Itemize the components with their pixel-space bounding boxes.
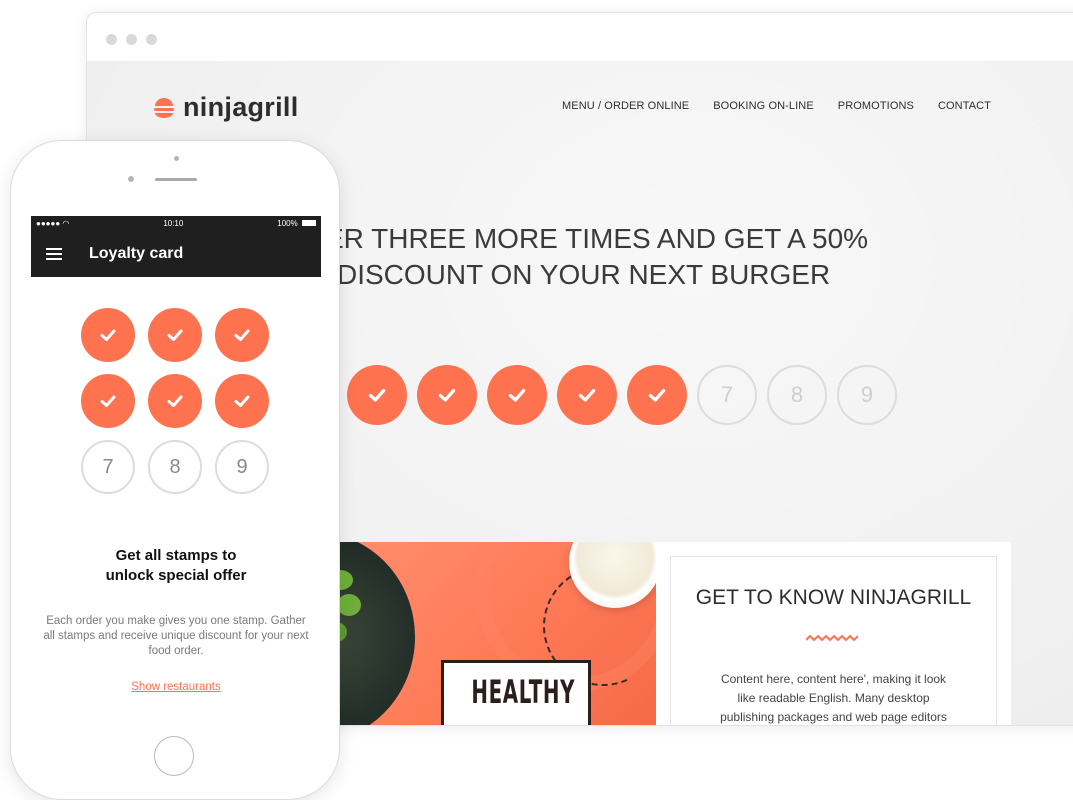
web-stamp-number: 7 xyxy=(720,382,734,407)
web-stamp-collected xyxy=(347,365,407,425)
status-bar: ●●●●● ◠ 10:10 100% xyxy=(31,216,321,230)
web-stamp-collected xyxy=(487,365,547,425)
healthy-text: HEALTHY xyxy=(471,673,576,711)
phone-stamp-collected xyxy=(81,308,135,362)
nav-promotions[interactable]: PROMOTIONS xyxy=(838,100,914,112)
phone-stamp-empty: 7 xyxy=(81,440,135,494)
app-bar: Loyalty card xyxy=(31,230,321,277)
nav-booking-online[interactable]: BOOKING ON-LINE xyxy=(713,100,814,112)
checkmark-icon xyxy=(368,388,386,402)
checkmark-icon xyxy=(167,395,183,407)
phone-stamp-collected xyxy=(215,374,269,428)
web-stamp-empty: 9 xyxy=(837,365,897,425)
window-dot xyxy=(106,34,117,45)
window-dot xyxy=(146,34,157,45)
checkmark-icon xyxy=(508,388,526,402)
about-title: GET TO KNOW NINJAGRILL xyxy=(695,586,972,609)
nav-contact[interactable]: CONTACT xyxy=(938,100,991,112)
battery-percent: 100% xyxy=(277,218,298,228)
web-stamp-empty: 7 xyxy=(697,365,757,425)
phone-stamp-empty: 8 xyxy=(148,440,202,494)
food-photo: HEALTHY xyxy=(325,542,656,725)
burger-logo-icon xyxy=(154,97,174,118)
window-dot xyxy=(126,34,137,45)
sensor-dot xyxy=(174,156,179,161)
lettuce-leaf xyxy=(337,594,361,616)
web-stamp-row: 7 8 9 xyxy=(347,365,897,425)
web-stamp-collected xyxy=(557,365,617,425)
phone-stamp-number: 9 xyxy=(236,455,248,478)
status-time: 10:10 xyxy=(163,218,184,228)
headline-line-1: ER THREE MORE TIMES AND GET A 50% xyxy=(325,223,869,254)
battery-status: 100% xyxy=(277,219,316,228)
nav-menu-order-online[interactable]: MENU / ORDER ONLINE xyxy=(562,100,689,112)
squiggle-divider-icon xyxy=(806,634,858,642)
offer-description: Each order you make gives you one stamp.… xyxy=(43,615,309,657)
checkmark-icon xyxy=(438,388,456,402)
browser-titlebar xyxy=(87,13,1073,61)
battery-icon xyxy=(301,220,316,227)
web-stamp-collected xyxy=(417,365,477,425)
checkmark-icon xyxy=(234,329,250,341)
checkmark-icon xyxy=(578,388,596,402)
about-card: GET TO KNOW NINJAGRILL Content here, con… xyxy=(656,542,1011,725)
phone-stamp-collected xyxy=(148,308,202,362)
logo-text: ninjagrill xyxy=(183,92,299,122)
phone-stamp-empty: 9 xyxy=(215,440,269,494)
main-nav: MENU / ORDER ONLINE BOOKING ON-LINE PROM… xyxy=(562,100,991,112)
web-stamp-empty: 8 xyxy=(767,365,827,425)
show-restaurants-link[interactable]: Show restaurants xyxy=(31,681,321,693)
signal-wifi-icon: ●●●●● ◠ xyxy=(36,218,70,228)
web-stamp-number: 9 xyxy=(860,382,874,407)
phone-device: ●●●●● ◠ 10:10 100% Loyalty card 7 8 9 Get … xyxy=(10,140,340,800)
front-camera xyxy=(128,176,134,182)
checkmark-icon xyxy=(100,395,116,407)
home-button[interactable] xyxy=(154,736,194,776)
phone-screen: ●●●●● ◠ 10:10 100% Loyalty card 7 8 9 Get … xyxy=(31,216,321,723)
phone-stamp-grid: 7 8 9 xyxy=(81,308,271,494)
earpiece xyxy=(155,178,197,181)
phone-stamp-collected xyxy=(215,308,269,362)
phone-stamp-number: 7 xyxy=(102,455,114,478)
headline-line-2: DISCOUNT ON YOUR NEXT BURGER xyxy=(337,259,831,290)
phone-stamp-number: 8 xyxy=(169,455,181,478)
checkmark-icon xyxy=(648,388,666,402)
offer-title: Get all stamps to unlock special offer xyxy=(105,547,247,584)
ninjagrill-logo[interactable]: ninjagrill xyxy=(153,92,299,123)
app-title: Loyalty card xyxy=(89,244,184,262)
checkmark-icon xyxy=(234,395,250,407)
about-text: Content here, content here', making it l… xyxy=(720,672,947,724)
healthy-card: HEALTHY xyxy=(441,660,591,725)
web-stamp-collected xyxy=(627,365,687,425)
checkmark-icon xyxy=(167,329,183,341)
phone-stamp-collected xyxy=(81,374,135,428)
promo-headline: ER THREE MORE TIMES AND GET A 50% DISCOU… xyxy=(325,221,868,293)
checkmark-icon xyxy=(100,329,116,341)
menu-icon[interactable] xyxy=(46,247,62,260)
phone-stamp-collected xyxy=(148,374,202,428)
web-stamp-number: 8 xyxy=(790,382,804,407)
